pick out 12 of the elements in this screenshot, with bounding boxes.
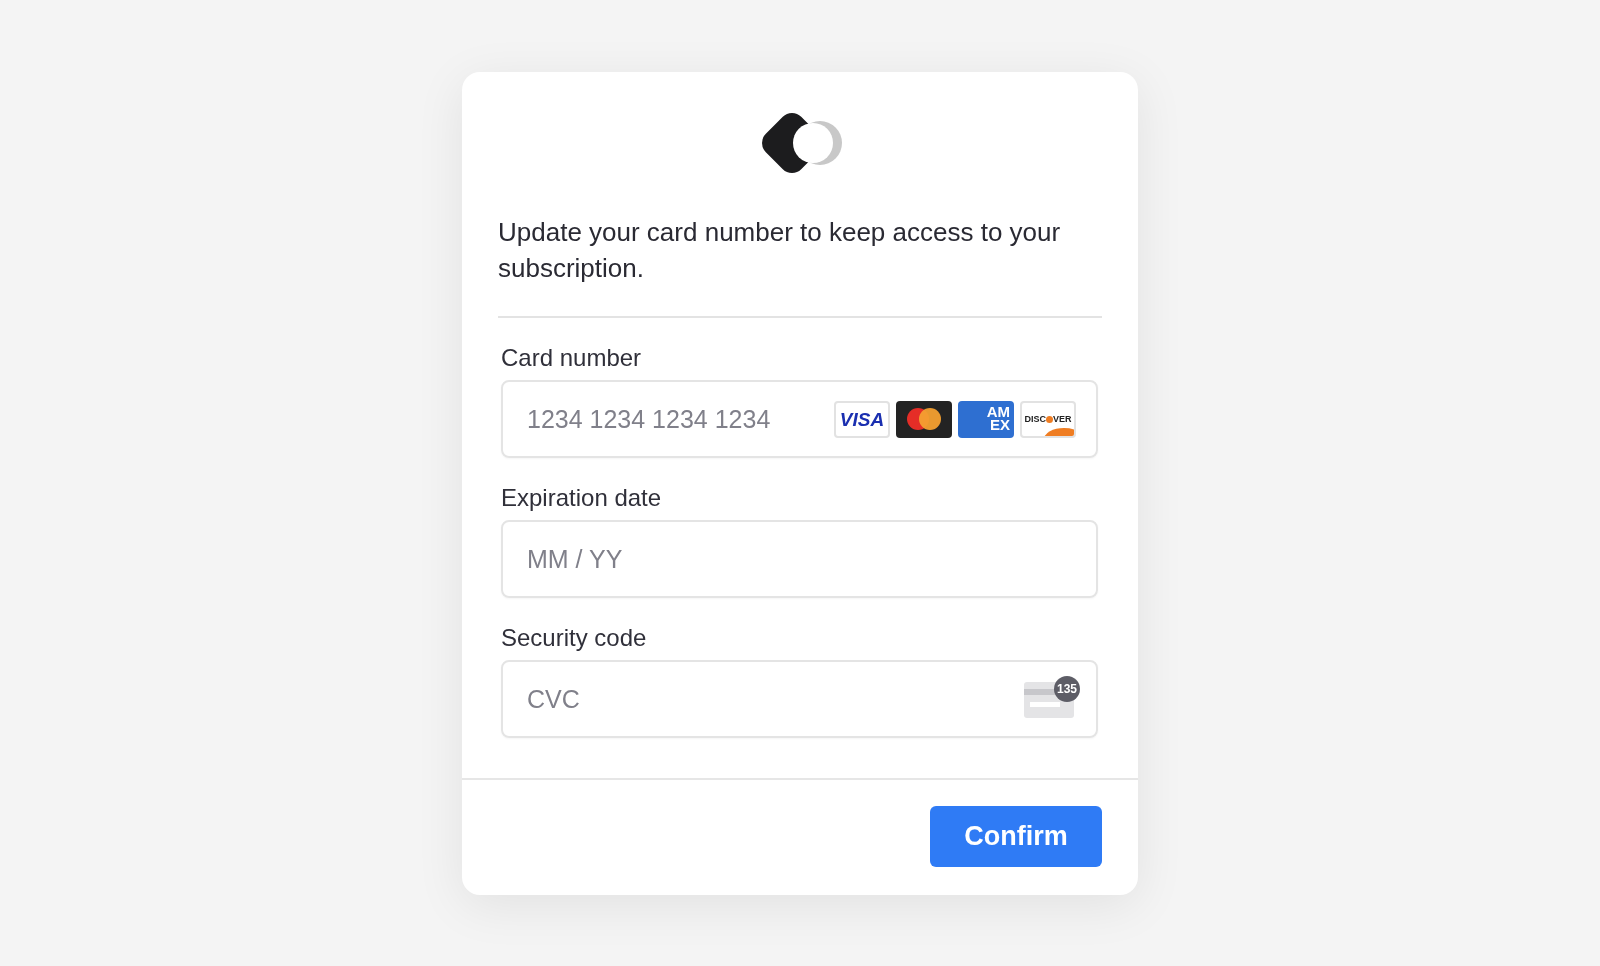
input-field[interactable]: MM / YY [501, 520, 1098, 598]
field-label: Expiration date [501, 484, 663, 512]
mastercard-logo [896, 400, 952, 438]
field-label: Card number [501, 344, 643, 372]
code-badge: 135 [1054, 676, 1080, 702]
field-label: Security code [501, 624, 648, 652]
visa-logo: VISA [834, 400, 890, 438]
confirm-button[interactable]: Confirm [930, 806, 1102, 867]
update-message: Update your card number to keep access to your subscription. [498, 214, 1102, 318]
discover-logo: DISC VER [1020, 400, 1076, 438]
amex-logo: AM EX [958, 400, 1014, 438]
input-field[interactable]: CVC 135 [501, 660, 1098, 738]
